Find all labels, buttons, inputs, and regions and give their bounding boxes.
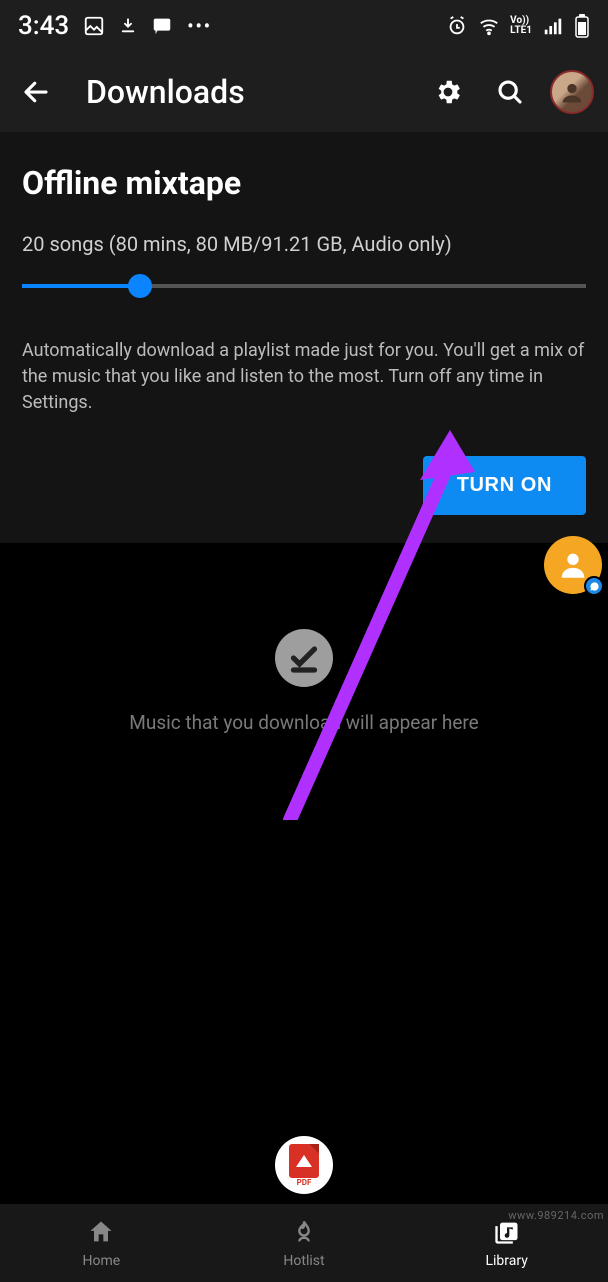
- turn-on-button[interactable]: TURN ON: [423, 456, 586, 515]
- card-description: Automatically download a playlist made j…: [22, 338, 586, 416]
- more-icon: •••: [187, 16, 212, 37]
- pdf-chathead[interactable]: PDF: [275, 1136, 333, 1194]
- nav-hotlist[interactable]: Hotlist: [203, 1204, 406, 1282]
- alarm-icon: [446, 15, 468, 37]
- status-time: 3:43: [18, 11, 69, 41]
- nav-label: Hotlist: [283, 1253, 324, 1269]
- slider-thumb[interactable]: [128, 274, 152, 298]
- download-done-icon: [275, 629, 333, 687]
- nav-label: Library: [485, 1253, 527, 1269]
- app-bar: Downloads: [0, 52, 608, 132]
- back-button[interactable]: [14, 70, 58, 114]
- home-icon: [87, 1218, 115, 1250]
- chat-icon: [151, 15, 173, 37]
- nav-label: Home: [82, 1253, 120, 1269]
- search-button[interactable]: [488, 70, 532, 114]
- library-icon: [493, 1218, 521, 1250]
- volte-icon: Vo))LTE1: [510, 16, 532, 36]
- card-title: Offline mixtape: [22, 164, 586, 202]
- contact-chathead[interactable]: [544, 536, 602, 594]
- image-icon: [83, 15, 105, 37]
- account-avatar[interactable]: [550, 70, 594, 114]
- settings-button[interactable]: [426, 70, 470, 114]
- pdf-icon: [289, 1144, 319, 1178]
- signal-icon: [542, 15, 564, 37]
- battery-icon: [574, 14, 590, 38]
- offline-mixtape-card: Offline mixtape 20 songs (80 mins, 80 MB…: [0, 132, 608, 543]
- wifi-icon: [478, 15, 500, 37]
- empty-text: Music that you download will appear here: [129, 711, 478, 734]
- page-title: Downloads: [86, 73, 408, 111]
- flame-icon: [290, 1218, 318, 1250]
- pdf-label: PDF: [297, 1178, 312, 1187]
- slider-fill: [22, 284, 140, 288]
- status-left: 3:43 •••: [18, 11, 212, 41]
- messenger-badge-icon: [584, 576, 604, 596]
- storage-slider[interactable]: [22, 284, 586, 288]
- watermark: www.989214.com: [508, 1209, 604, 1222]
- card-actions: TURN ON: [22, 456, 586, 515]
- status-right: Vo))LTE1: [446, 14, 590, 38]
- nav-home[interactable]: Home: [0, 1204, 203, 1282]
- status-bar: 3:43 ••• Vo))LTE1: [0, 0, 608, 52]
- empty-state: Music that you download will appear here: [0, 543, 608, 734]
- card-subtitle: 20 songs (80 mins, 80 MB/91.21 GB, Audio…: [22, 232, 586, 256]
- download-mini-icon: [119, 15, 137, 37]
